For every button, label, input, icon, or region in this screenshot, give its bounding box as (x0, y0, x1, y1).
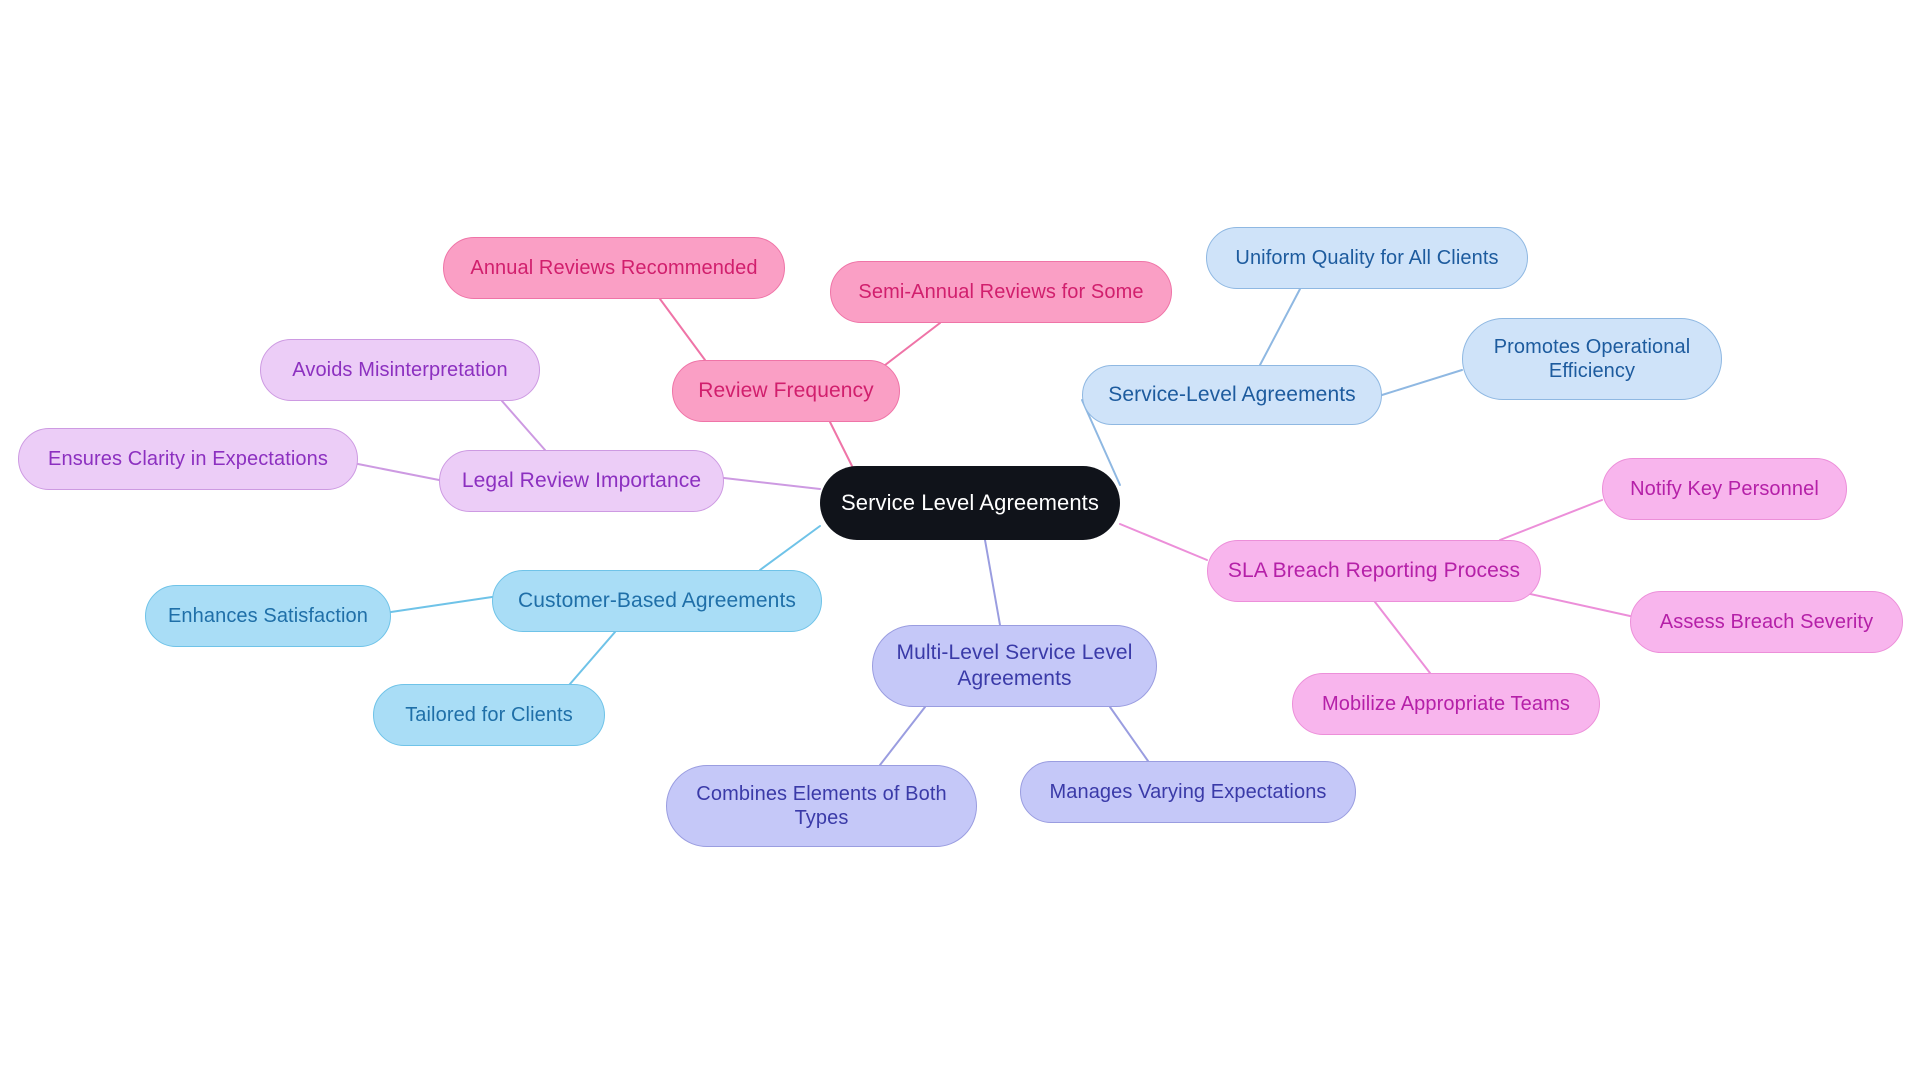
mindmap-node-label: Tailored for Clients (405, 703, 573, 726)
mindmap-node-label: Enhances Satisfaction (167, 604, 368, 627)
mindmap-node-label: Legal Review Importance (461, 469, 702, 493)
mindmap-node-n6[interactable]: Assess Breach Severity (1630, 591, 1903, 653)
mindmap-node-n3[interactable]: Promotes Operational Efficiency (1462, 318, 1722, 400)
mindmap-node-n9[interactable]: Combines Elements of Both Types (666, 765, 977, 847)
mindmap-node-label: Avoids Misinterpretation (292, 358, 508, 381)
mindmap-edge (1109, 706, 1149, 762)
mindmap-node-n1[interactable]: Service-Level Agreements (1082, 365, 1382, 425)
mindmap-edge (723, 477, 821, 490)
mindmap-edge (829, 421, 853, 467)
mindmap-node-n8[interactable]: Multi-Level Service Level Agreements (872, 625, 1157, 707)
mindmap-node-label: Review Frequency (698, 379, 874, 403)
mindmap-node-label: Assess Breach Severity (1659, 610, 1874, 633)
mindmap-node-label: Mobilize Appropriate Teams (1322, 692, 1570, 715)
mindmap-node-label: Combines Elements of Both Types (696, 782, 947, 829)
mindmap-node-label: Promotes Operational Efficiency (1493, 335, 1691, 382)
mindmap-node-label: Notify Key Personnel (1630, 477, 1819, 500)
mindmap-node-n4[interactable]: SLA Breach Reporting Process (1207, 540, 1541, 602)
mindmap-node-n11[interactable]: Customer-Based Agreements (492, 570, 822, 632)
mindmap-node-n16[interactable]: Ensures Clarity in Expectations (18, 428, 358, 490)
mindmap-node-n10[interactable]: Manages Varying Expectations (1020, 761, 1356, 823)
mindmap-edge (1381, 369, 1463, 396)
mindmap-root-node[interactable]: Service Level Agreements (820, 466, 1120, 540)
mindmap-node-label: Customer-Based Agreements (518, 589, 796, 613)
mindmap-node-label: Semi-Annual Reviews for Some (858, 280, 1144, 303)
mindmap-edge (879, 706, 926, 766)
mindmap-edge (1374, 601, 1431, 674)
mindmap-node-n18[interactable]: Annual Reviews Recommended (443, 237, 785, 299)
mindmap-edge (1259, 288, 1301, 366)
mindmap-edge (390, 596, 493, 613)
mindmap-node-n2[interactable]: Uniform Quality for All Clients (1206, 227, 1528, 289)
mindmap-edge (659, 298, 706, 361)
mindmap-edge (501, 400, 546, 451)
mindmap-node-n14[interactable]: Legal Review Importance (439, 450, 724, 512)
mindmap-node-n13[interactable]: Tailored for Clients (373, 684, 605, 746)
mindmap-node-label: Multi-Level Service Level Agreements (896, 641, 1133, 690)
mindmap-node-n7[interactable]: Mobilize Appropriate Teams (1292, 673, 1600, 735)
mindmap-edge (759, 525, 821, 571)
edge-layer (357, 288, 1631, 766)
mindmap-node-n15[interactable]: Avoids Misinterpretation (260, 339, 540, 401)
mindmap-edge (1499, 499, 1603, 541)
mindmap-node-n12[interactable]: Enhances Satisfaction (145, 585, 391, 647)
mindmap-edge (984, 539, 1001, 626)
mindmap-edge (1119, 523, 1208, 561)
mindmap-node-label: Uniform Quality for All Clients (1235, 246, 1499, 269)
mindmap-node-n17[interactable]: Review Frequency (672, 360, 900, 422)
mindmap-node-label: Ensures Clarity in Expectations (48, 447, 328, 470)
mindmap-node-label: SLA Breach Reporting Process (1227, 559, 1521, 583)
mindmap-node-n19[interactable]: Semi-Annual Reviews for Some (830, 261, 1172, 323)
mindmap-node-label: Service-Level Agreements (1108, 383, 1356, 407)
mindmap-node-label: Service Level Agreements (841, 489, 1099, 515)
mindmap-node-label: Annual Reviews Recommended (470, 256, 758, 279)
mindmap-canvas: Service Level Agreements Service-Level Ag… (0, 0, 1920, 1083)
mindmap-node-n5[interactable]: Notify Key Personnel (1602, 458, 1847, 520)
mindmap-edge (357, 463, 440, 481)
mindmap-node-label: Manages Varying Expectations (1049, 780, 1327, 803)
